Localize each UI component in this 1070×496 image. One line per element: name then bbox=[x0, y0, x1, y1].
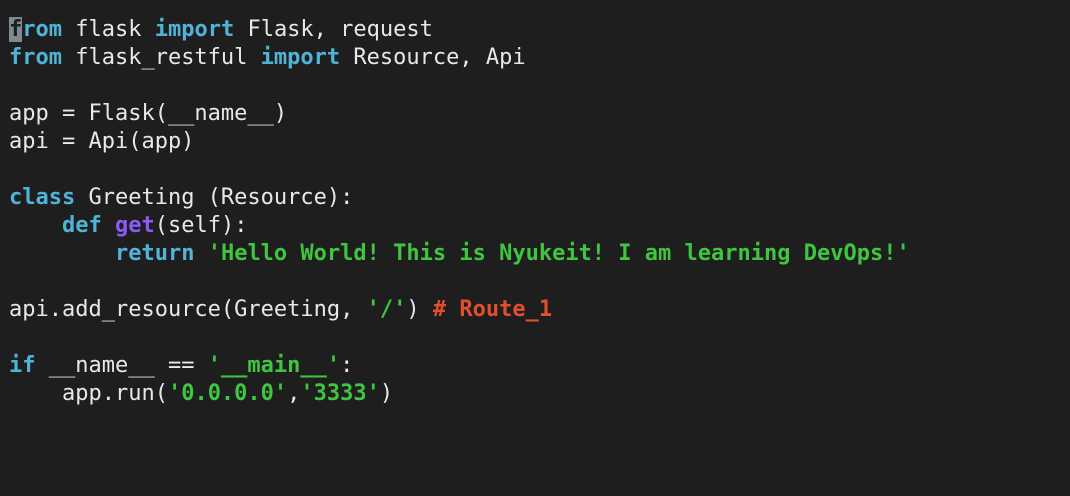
keyword-import: import bbox=[260, 45, 341, 70]
code-text: app = Flask(__name__) bbox=[9, 101, 288, 126]
keyword-if: if bbox=[9, 353, 36, 378]
code-line-11[interactable]: api.add_resource(Greeting, '/') # Route_… bbox=[9, 296, 1070, 324]
code-text: : bbox=[340, 353, 354, 378]
keyword-return: return bbox=[114, 241, 195, 266]
code-line-3[interactable] bbox=[9, 72, 1070, 100]
code-line-9[interactable]: return 'Hello World! This is Nyukeit! I … bbox=[9, 240, 1070, 268]
function-params: (self): bbox=[154, 213, 248, 238]
code-line-6[interactable] bbox=[9, 156, 1070, 184]
code-text: __name__ == bbox=[35, 353, 208, 378]
code-line-8[interactable]: def get(self): bbox=[9, 212, 1070, 240]
keyword-class: class bbox=[9, 185, 76, 210]
keyword-from: from bbox=[9, 45, 62, 70]
code-line-13[interactable]: if __name__ == '__main__': bbox=[9, 352, 1070, 380]
module-name: flask_restful bbox=[61, 45, 261, 70]
import-names: Flask, request bbox=[234, 17, 433, 42]
string-literal: '/' bbox=[366, 297, 407, 322]
string-literal: '0.0.0.0' bbox=[167, 381, 288, 406]
code-line-4[interactable]: app = Flask(__name__) bbox=[9, 100, 1070, 128]
code-text: ) bbox=[406, 297, 433, 322]
code-comment: # Route_1 bbox=[432, 297, 553, 322]
code-line-12[interactable] bbox=[9, 324, 1070, 352]
module-name: flask bbox=[62, 17, 155, 42]
function-name: get bbox=[114, 213, 155, 238]
class-declaration: Greeting (Resource): bbox=[75, 185, 354, 210]
keyword-def: def bbox=[61, 213, 102, 238]
code-line-5[interactable]: api = Api(app) bbox=[9, 128, 1070, 156]
import-names: Resource, Api bbox=[340, 45, 526, 70]
keyword-import: import bbox=[154, 17, 235, 42]
code-line-14[interactable]: app.run('0.0.0.0','3333') bbox=[9, 380, 1070, 408]
code-line-7[interactable]: class Greeting (Resource): bbox=[9, 184, 1070, 212]
code-text: api = Api(app) bbox=[9, 129, 195, 154]
string-literal: '3333' bbox=[300, 381, 380, 406]
code-line-1[interactable]: from flask import Flask, request bbox=[9, 16, 1070, 44]
string-literal: 'Hello World! This is Nyukeit! I am lear… bbox=[207, 241, 910, 266]
code-editor[interactable]: from flask import Flask, request from fl… bbox=[0, 0, 1070, 496]
code-text: ) bbox=[379, 381, 394, 406]
code-text: app.run( bbox=[61, 381, 168, 406]
code-text: api.add_resource(Greeting, bbox=[9, 297, 367, 322]
code-text: , bbox=[287, 381, 301, 406]
code-line-10[interactable] bbox=[9, 268, 1070, 296]
code-line-2[interactable]: from flask_restful import Resource, Api bbox=[9, 44, 1070, 72]
keyword-from: rom bbox=[22, 17, 62, 42]
string-literal: '__main__' bbox=[207, 353, 341, 378]
text-cursor[interactable]: f bbox=[9, 17, 23, 42]
